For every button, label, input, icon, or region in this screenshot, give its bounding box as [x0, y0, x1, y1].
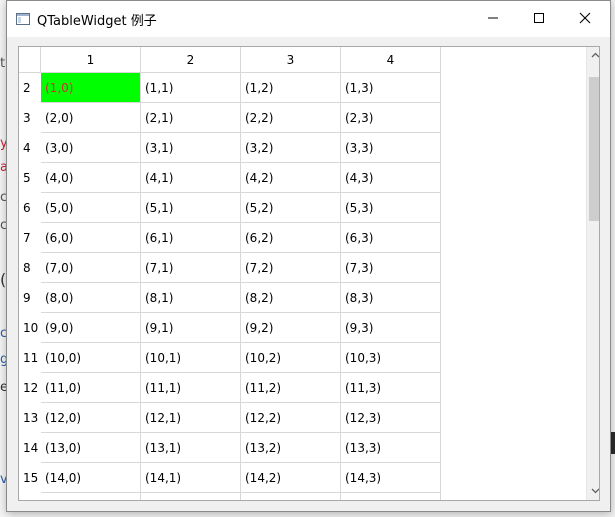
row-header[interactable]: 9	[19, 283, 41, 313]
table-cell[interactable]: (6,3)	[341, 223, 441, 253]
table-corner-button[interactable]	[19, 47, 41, 73]
table-cell[interactable]: (12,0)	[41, 403, 141, 433]
table-cell[interactable]: (12,1)	[141, 403, 241, 433]
table-cell[interactable]: (2,3)	[341, 103, 441, 133]
table-cell[interactable]: (3,3)	[341, 133, 441, 163]
table-cell[interactable]: (8,3)	[341, 283, 441, 313]
row-header[interactable]: 12	[19, 373, 41, 403]
table-cell[interactable]: (1,3)	[341, 73, 441, 103]
table-cell[interactable]: (9,2)	[241, 313, 341, 343]
table-cell[interactable]: (1,0)	[41, 73, 141, 103]
table-cell[interactable]	[141, 493, 241, 500]
table-cell[interactable]: (11,1)	[141, 373, 241, 403]
table-cell[interactable]: (2,1)	[141, 103, 241, 133]
table-cell[interactable]	[41, 493, 141, 500]
column-header[interactable]: 1	[41, 47, 141, 73]
table-cell[interactable]: (14,3)	[341, 463, 441, 493]
table-cell[interactable]: (14,1)	[141, 463, 241, 493]
scrollbar-thumb[interactable]	[589, 77, 599, 221]
scroll-up-button[interactable]	[587, 47, 599, 64]
column-header[interactable]: 4	[341, 47, 441, 73]
table-cell[interactable]: (5,2)	[241, 193, 341, 223]
table-cell[interactable]: (10,2)	[241, 343, 341, 373]
scroll-down-button[interactable]	[587, 483, 599, 500]
table-cell[interactable]: (4,3)	[341, 163, 441, 193]
close-icon	[579, 12, 591, 27]
table-cell[interactable]: (5,1)	[141, 193, 241, 223]
table-cell[interactable]: (9,3)	[341, 313, 441, 343]
table-cell[interactable]: (6,0)	[41, 223, 141, 253]
table-cell[interactable]: (2,0)	[41, 103, 141, 133]
table-cell[interactable]: (2,2)	[241, 103, 341, 133]
row-header[interactable]: 13	[19, 403, 41, 433]
row-header[interactable]: 5	[19, 163, 41, 193]
row-header[interactable]: 14	[19, 433, 41, 463]
table-cell[interactable]: (3,1)	[141, 133, 241, 163]
table-cell[interactable]: (8,2)	[241, 283, 341, 313]
table-cell[interactable]: (10,1)	[141, 343, 241, 373]
table-cell[interactable]: (4,0)	[41, 163, 141, 193]
table-cell[interactable]: (12,2)	[241, 403, 341, 433]
minimize-button[interactable]	[470, 1, 516, 37]
row-header[interactable]: 10	[19, 313, 41, 343]
table-cell[interactable]: (13,2)	[241, 433, 341, 463]
table-cell[interactable]: (7,0)	[41, 253, 141, 283]
column-header[interactable]: 3	[241, 47, 341, 73]
row-header[interactable]: 8	[19, 253, 41, 283]
table-cell[interactable]: (13,0)	[41, 433, 141, 463]
table-cell[interactable]	[241, 493, 341, 500]
row-header[interactable]: 6	[19, 193, 41, 223]
window-title: QTableWidget 例子	[37, 13, 157, 29]
row-header[interactable]: 7	[19, 223, 41, 253]
table-cell[interactable]: (6,1)	[141, 223, 241, 253]
close-button[interactable]	[562, 1, 608, 37]
table-widget-window: QTableWidget 例子 1 2 3 4 2 (1,0) (1,1) (1,2)…	[6, 0, 611, 512]
table-cell[interactable]: (7,1)	[141, 253, 241, 283]
title-bar[interactable]: QTableWidget 例子	[7, 1, 610, 37]
table-cell[interactable]: (3,0)	[41, 133, 141, 163]
table-cell[interactable]: (13,3)	[341, 433, 441, 463]
table-widget[interactable]: 1 2 3 4 2 (1,0) (1,1) (1,2) (1,3) 3 (2,0) (2,1)…	[18, 46, 600, 501]
minimize-icon	[487, 12, 499, 27]
table-cell[interactable]: (12,3)	[341, 403, 441, 433]
table-cell[interactable]: (5,0)	[41, 193, 141, 223]
table-cell[interactable]: (13,1)	[141, 433, 241, 463]
window-icon	[15, 11, 31, 27]
vertical-scrollbar[interactable]	[586, 47, 599, 500]
table-cell[interactable]: (14,2)	[241, 463, 341, 493]
table-cell[interactable]: (8,0)	[41, 283, 141, 313]
maximize-button[interactable]	[516, 1, 562, 37]
table-cell[interactable]: (7,2)	[241, 253, 341, 283]
table-cell[interactable]: (6,2)	[241, 223, 341, 253]
row-header[interactable]: 4	[19, 133, 41, 163]
row-header[interactable]: 3	[19, 103, 41, 133]
table-cell[interactable]: (1,2)	[241, 73, 341, 103]
table-cell[interactable]: (9,1)	[141, 313, 241, 343]
table-cell[interactable]: (4,2)	[241, 163, 341, 193]
table-cell[interactable]: (11,2)	[241, 373, 341, 403]
row-header[interactable]: 15	[19, 463, 41, 493]
table-cell[interactable]: (14,0)	[41, 463, 141, 493]
row-header[interactable]: 2	[19, 73, 41, 103]
row-header[interactable]	[19, 493, 41, 500]
table-cell[interactable]: (4,1)	[141, 163, 241, 193]
table-cell[interactable]: (11,0)	[41, 373, 141, 403]
table-cell[interactable]: (11,3)	[341, 373, 441, 403]
table-cell[interactable]: (8,1)	[141, 283, 241, 313]
maximize-icon	[533, 12, 545, 27]
table-cell[interactable]: (10,0)	[41, 343, 141, 373]
table-cell[interactable]: (9,0)	[41, 313, 141, 343]
table-cell[interactable]: (10,3)	[341, 343, 441, 373]
table-cell[interactable]: (5,3)	[341, 193, 441, 223]
table-cell[interactable]: (3,2)	[241, 133, 341, 163]
row-header[interactable]: 11	[19, 343, 41, 373]
chevron-down-icon	[591, 487, 599, 497]
table-cell[interactable]: (7,3)	[341, 253, 441, 283]
chevron-up-icon	[591, 51, 599, 61]
table-cell[interactable]	[341, 493, 441, 500]
table-cell[interactable]: (1,1)	[141, 73, 241, 103]
column-header[interactable]: 2	[141, 47, 241, 73]
